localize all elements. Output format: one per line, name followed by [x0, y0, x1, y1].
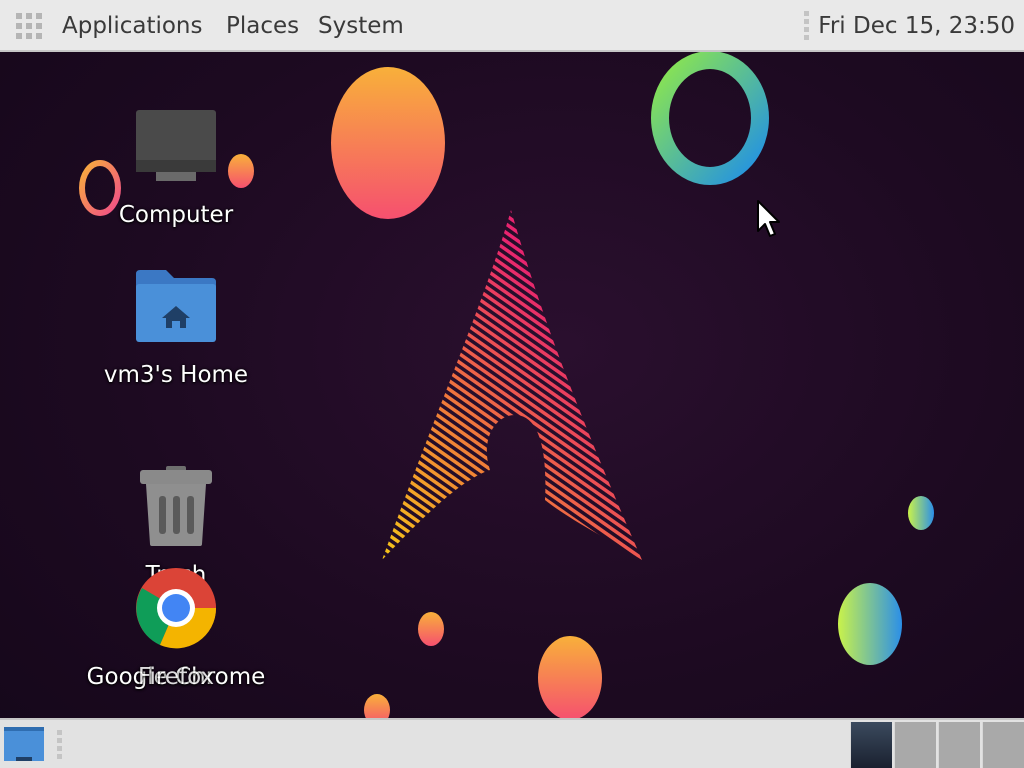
menu-applications[interactable]: Applications	[62, 11, 203, 41]
menu-system[interactable]: System	[318, 11, 404, 41]
desktop-screen: Applications Places System Fri Dec 15, 2…	[0, 0, 1024, 768]
panel-drag-handle[interactable]	[804, 11, 810, 41]
panel-drag-handle[interactable]	[57, 730, 63, 760]
desktop-label-computer: Computer	[118, 202, 234, 228]
top-panel: Applications Places System Fri Dec 15, 2…	[0, 0, 1024, 52]
mouse-pointer-icon	[757, 200, 780, 237]
trash-icon	[140, 466, 212, 546]
menu-places[interactable]: Places	[226, 11, 299, 41]
desktop-icon-home[interactable]: vm3's Home	[76, 268, 276, 392]
computer-icon	[136, 110, 216, 181]
workspace-2[interactable]	[894, 722, 936, 768]
show-desktop-icon[interactable]	[4, 727, 44, 761]
home-folder-icon	[136, 270, 216, 342]
desktop-label-home: vm3's Home	[103, 362, 249, 388]
chrome-icon	[136, 568, 217, 649]
workspace-1[interactable]	[850, 722, 892, 768]
workspace-3[interactable]	[938, 722, 980, 768]
desktop-icon-chrome[interactable]: Google Chrome	[76, 566, 276, 696]
desktop-icon-computer[interactable]: Computer	[76, 108, 276, 238]
clock[interactable]: Fri Dec 15, 23:50	[818, 11, 1015, 41]
app-grid-icon[interactable]	[16, 13, 42, 39]
bottom-panel	[0, 718, 1024, 768]
workspace-4[interactable]	[982, 722, 1024, 768]
desktop-label-chrome: Google Chrome	[86, 664, 266, 690]
